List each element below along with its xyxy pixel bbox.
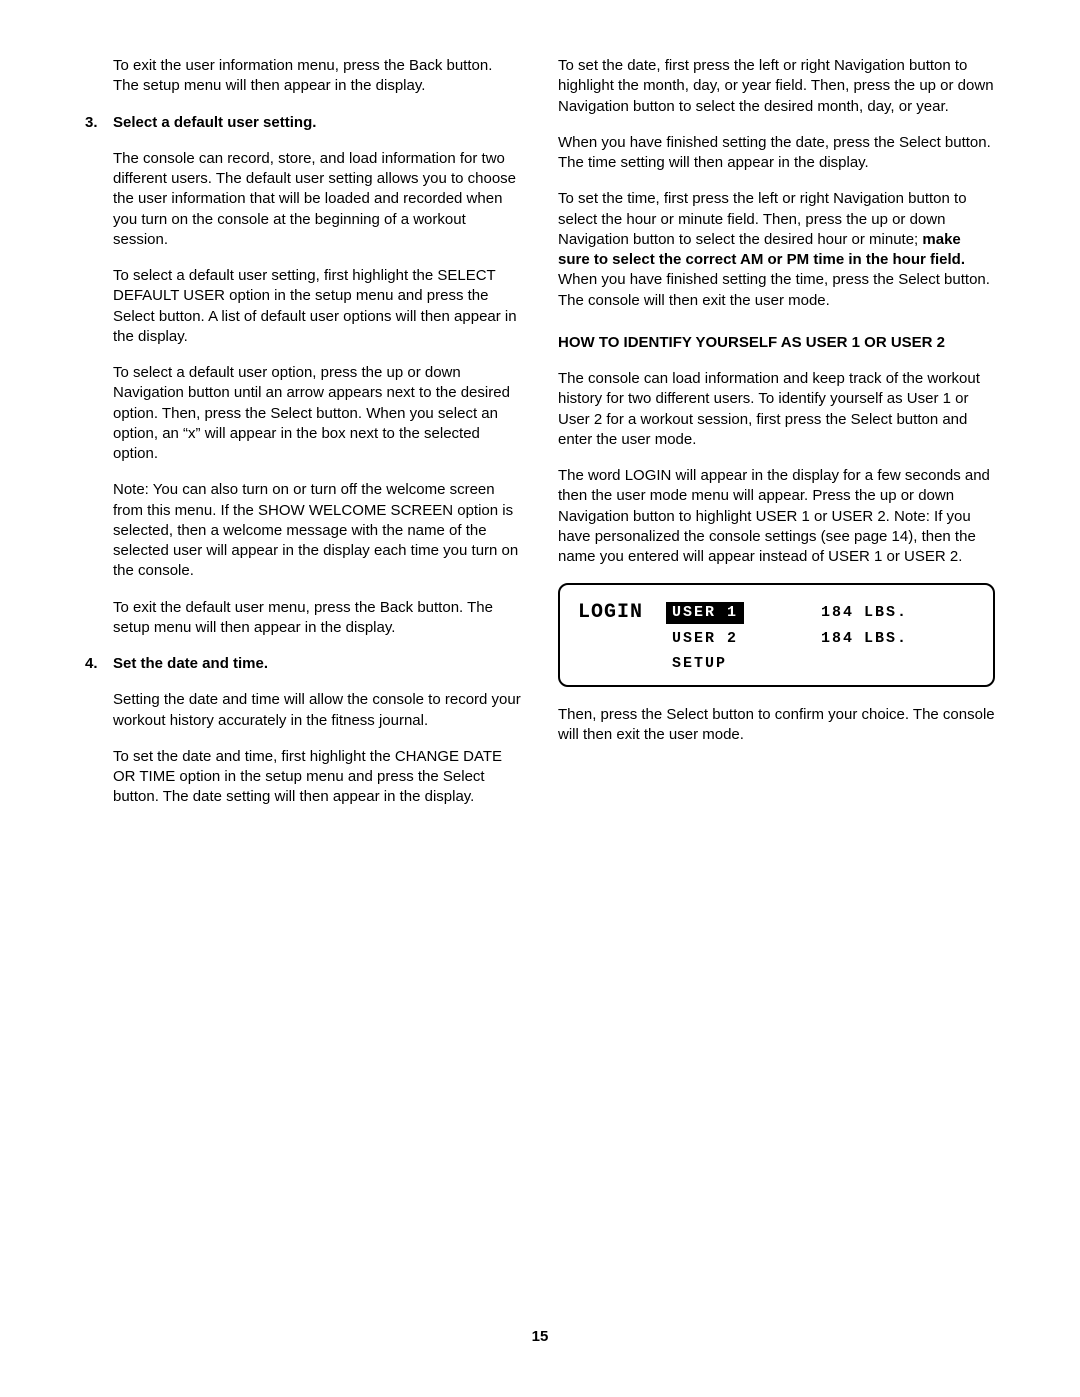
- body-text: To exit the default user menu, press the…: [85, 598, 522, 639]
- lcd-row: LOGIN USER 1 184 LBS.: [578, 599, 975, 626]
- text-run: When you have finished setting the time,…: [558, 271, 990, 308]
- lcd-unit-1: LBS.: [864, 603, 908, 623]
- body-text: Setting the date and time will allow the…: [85, 690, 522, 731]
- lcd-display: LOGIN USER 1 184 LBS. USER 2 184 LBS.: [558, 583, 995, 687]
- lcd-weight-1: 184: [796, 603, 854, 623]
- lcd-user1-selected: USER 1: [666, 602, 744, 624]
- page-number: 15: [0, 1327, 1080, 1347]
- two-column-layout: To exit the user information menu, press…: [85, 56, 995, 824]
- lcd-unit-2: LBS.: [864, 629, 908, 649]
- left-column: To exit the user information menu, press…: [85, 56, 522, 824]
- lcd-user2: USER 2: [666, 628, 744, 650]
- body-text: To set the time, first press the left or…: [558, 189, 995, 311]
- lcd-spacer: [578, 653, 666, 675]
- body-text: The word LOGIN will appear in the displa…: [558, 466, 995, 567]
- lcd-setup: SETUP: [666, 653, 733, 675]
- body-text: To set the date and time, first highligh…: [85, 747, 522, 808]
- step-number: 3.: [85, 113, 98, 133]
- body-text: Note: You can also turn on or turn off t…: [85, 480, 522, 581]
- body-text: To set the date, first press the left or…: [558, 56, 995, 117]
- step-title: Select a default user setting.: [113, 114, 316, 131]
- lcd-row: SETUP: [578, 653, 975, 675]
- lcd-weight-2: 184: [796, 629, 854, 649]
- right-column: To set the date, first press the left or…: [558, 56, 995, 824]
- step-number: 4.: [85, 654, 98, 674]
- body-text: To select a default user option, press t…: [85, 363, 522, 464]
- body-text: The console can load information and kee…: [558, 369, 995, 450]
- step-title: Set the date and time.: [113, 655, 268, 672]
- page: To exit the user information menu, press…: [0, 0, 1080, 1397]
- body-text: The console can record, store, and load …: [85, 149, 522, 250]
- step-3-heading: 3. Select a default user setting.: [85, 113, 522, 133]
- text-run: To set the time, first press the left or…: [558, 190, 967, 248]
- body-text: To exit the user information menu, press…: [85, 56, 522, 97]
- lcd-row: USER 2 184 LBS.: [578, 628, 975, 650]
- body-text: Then, press the Select button to confirm…: [558, 705, 995, 746]
- body-text: To select a default user setting, first …: [85, 266, 522, 347]
- lcd-user-cell: USER 1: [666, 602, 796, 624]
- lcd-login-label: LOGIN: [578, 599, 666, 626]
- lcd-user-cell: SETUP: [666, 653, 796, 675]
- step-4-heading: 4. Set the date and time.: [85, 654, 522, 674]
- body-text: When you have finished setting the date,…: [558, 133, 995, 174]
- section-heading: HOW TO IDENTIFY YOURSELF AS USER 1 OR US…: [558, 333, 995, 353]
- lcd-user-cell: USER 2: [666, 628, 796, 650]
